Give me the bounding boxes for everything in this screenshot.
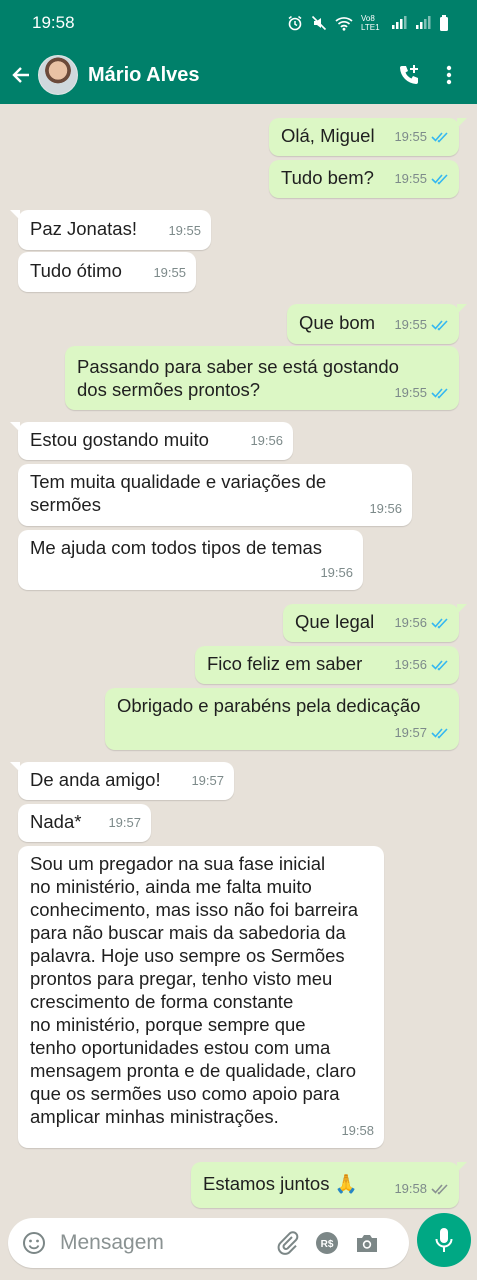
alarm-icon bbox=[287, 15, 303, 31]
message-input[interactable] bbox=[60, 1231, 250, 1255]
attach-icon[interactable] bbox=[268, 1223, 306, 1263]
signal-2-icon bbox=[415, 16, 431, 30]
back-arrow-icon[interactable] bbox=[6, 55, 36, 95]
message-incoming[interactable]: Nada* 19:57 bbox=[18, 804, 151, 842]
message-incoming[interactable]: Estou gostando muito 19:56 bbox=[10, 422, 293, 460]
message-outgoing[interactable]: Estamos juntos 🙏 19:58 bbox=[191, 1162, 467, 1208]
read-receipt-icon bbox=[431, 727, 448, 739]
chat-header: Mário Alves bbox=[0, 46, 477, 104]
message-outgoing[interactable]: Obrigado e parabéns pela dedicação 19:57 bbox=[105, 688, 459, 750]
read-receipt-icon bbox=[431, 387, 448, 399]
status-icons: Vo8 LTE1 bbox=[287, 14, 449, 32]
contact-name[interactable]: Mário Alves bbox=[88, 64, 389, 87]
message-outgoing[interactable]: Que legal 19:56 bbox=[283, 604, 467, 642]
read-receipt-icon bbox=[431, 617, 448, 629]
message-incoming[interactable]: Tudo ótimo 19:55 bbox=[18, 252, 196, 292]
message-outgoing[interactable]: Que bom 19:55 bbox=[287, 304, 467, 344]
camera-icon[interactable] bbox=[348, 1223, 386, 1263]
signal-icon bbox=[391, 16, 407, 30]
network-label: Vo8 LTE1 bbox=[361, 14, 380, 32]
avatar[interactable] bbox=[38, 55, 78, 95]
message-outgoing[interactable]: Tudo bem? 19:55 bbox=[269, 160, 459, 198]
wifi-icon bbox=[335, 16, 353, 31]
microphone-button[interactable] bbox=[417, 1213, 471, 1267]
read-receipt-icon bbox=[431, 173, 448, 185]
message-incoming[interactable]: Tem muita qualidade e variações de sermõ… bbox=[18, 464, 412, 526]
message-incoming[interactable]: Me ajuda com todos tipos de temas 19:56 bbox=[18, 530, 363, 590]
message-incoming[interactable]: Paz Jonatas! 19:55 bbox=[10, 210, 211, 250]
payment-icon[interactable]: R$ bbox=[308, 1223, 346, 1263]
more-options-icon[interactable] bbox=[429, 55, 469, 95]
read-receipt-icon bbox=[431, 659, 448, 671]
message-outgoing[interactable]: Passando para saber se está gostando dos… bbox=[65, 346, 459, 410]
mute-icon bbox=[311, 15, 327, 31]
status-bar: 19:58 Vo8 LTE1 bbox=[0, 0, 477, 46]
message-input-container: R$ bbox=[8, 1218, 409, 1268]
message-incoming[interactable]: De anda amigo! 19:57 bbox=[10, 762, 234, 800]
message-outgoing[interactable]: Olá, Miguel 19:55 bbox=[269, 118, 467, 156]
read-receipt-icon bbox=[431, 319, 448, 331]
status-time: 19:58 bbox=[32, 13, 75, 32]
battery-icon bbox=[439, 15, 449, 31]
read-receipt-icon bbox=[431, 131, 448, 143]
add-call-icon[interactable] bbox=[389, 55, 429, 95]
chat-area[interactable]: Olá, Miguel 19:55 Tudo bem? 19:55 Paz Jo… bbox=[0, 104, 477, 1210]
message-outgoing[interactable]: Fico feliz em saber 19:56 bbox=[195, 646, 459, 684]
svg-text:R$: R$ bbox=[321, 1239, 334, 1250]
delivered-receipt-icon bbox=[431, 1183, 448, 1195]
microphone-icon bbox=[435, 1228, 453, 1252]
composer: R$ bbox=[0, 1210, 477, 1280]
emoji-icon[interactable] bbox=[14, 1223, 54, 1263]
message-incoming[interactable]: Sou um pregador na sua fase inicial no m… bbox=[18, 846, 384, 1148]
